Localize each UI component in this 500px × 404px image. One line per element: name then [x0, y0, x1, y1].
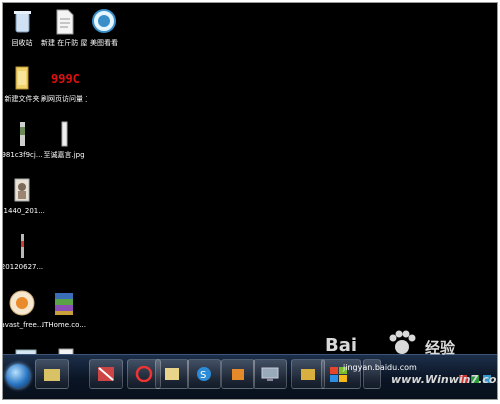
sogou-icon: S — [195, 366, 213, 382]
exe-counter-icon: 999C — [49, 63, 80, 93]
desktop-icon-image-4[interactable]: 20120627... — [3, 231, 45, 272]
folder-icon — [43, 366, 61, 382]
text-file-icon — [49, 7, 79, 37]
desktop-icon-archive[interactable]: ITHome.co... — [41, 289, 87, 330]
desktop-icon-new-folder[interactable]: 新建文件夹 — [3, 63, 45, 104]
taskbar-item-explorer[interactable] — [35, 359, 69, 389]
image-viewer-icon — [89, 7, 119, 37]
recycle-bin-icon — [7, 7, 37, 37]
media-icon — [97, 366, 115, 382]
taskbar-item-media[interactable] — [89, 359, 123, 389]
desktop-icon-image-viewer[interactable]: 美图看看 — [81, 7, 127, 48]
watermark-site: www.Winwin7.com — [391, 373, 498, 386]
paw-icon — [389, 330, 416, 354]
desktop: 回收站 新建 在斤防 屋面.txt 美图看看 新建文件夹 999C 刷网页访问量… — [2, 2, 498, 400]
image-file-icon — [49, 119, 79, 149]
game-icon — [229, 366, 247, 382]
taskbar-item-game[interactable] — [221, 359, 255, 389]
desktop-icon-image-1[interactable]: 981c3f9cj... — [3, 119, 45, 160]
q-player-icon — [135, 365, 153, 383]
desktop-icon-exe[interactable]: 999C 刷网页访问量 工具.exe — [41, 63, 87, 104]
watermark: Bai 经验 jingyan.baidu.com www.Winwin7.com — [303, 323, 498, 399]
watermark-brand-suffix: 经验 — [425, 339, 456, 357]
taskbar-item-contacts[interactable] — [155, 359, 189, 389]
desktop-icon-avast[interactable]: avast_free... — [3, 289, 45, 330]
svg-text:S: S — [200, 370, 206, 381]
desktop-icon-recycle-bin[interactable]: 回收站 — [3, 7, 45, 48]
taskbar-item-sogou[interactable]: S — [187, 359, 221, 389]
monitor-icon — [261, 366, 279, 382]
image-file-icon — [7, 175, 37, 205]
watermark-brand: Bai — [325, 335, 358, 356]
start-button[interactable] — [6, 364, 30, 388]
desktop-icon-image-3[interactable]: 71440_201... — [3, 175, 45, 216]
watermark-url: jingyan.baidu.com — [343, 363, 417, 372]
taskbar-item-monitor[interactable] — [253, 359, 287, 389]
image-file-icon — [7, 119, 37, 149]
contacts-icon — [163, 366, 181, 382]
folder-icon — [7, 63, 37, 93]
desktop-icon-image-2[interactable]: 至诚嘉言.jpg — [41, 119, 87, 160]
avast-setup-icon — [7, 289, 37, 319]
svg-text:999C: 999C — [51, 72, 79, 86]
winrar-archive-icon — [49, 289, 79, 319]
image-file-icon — [7, 231, 37, 261]
